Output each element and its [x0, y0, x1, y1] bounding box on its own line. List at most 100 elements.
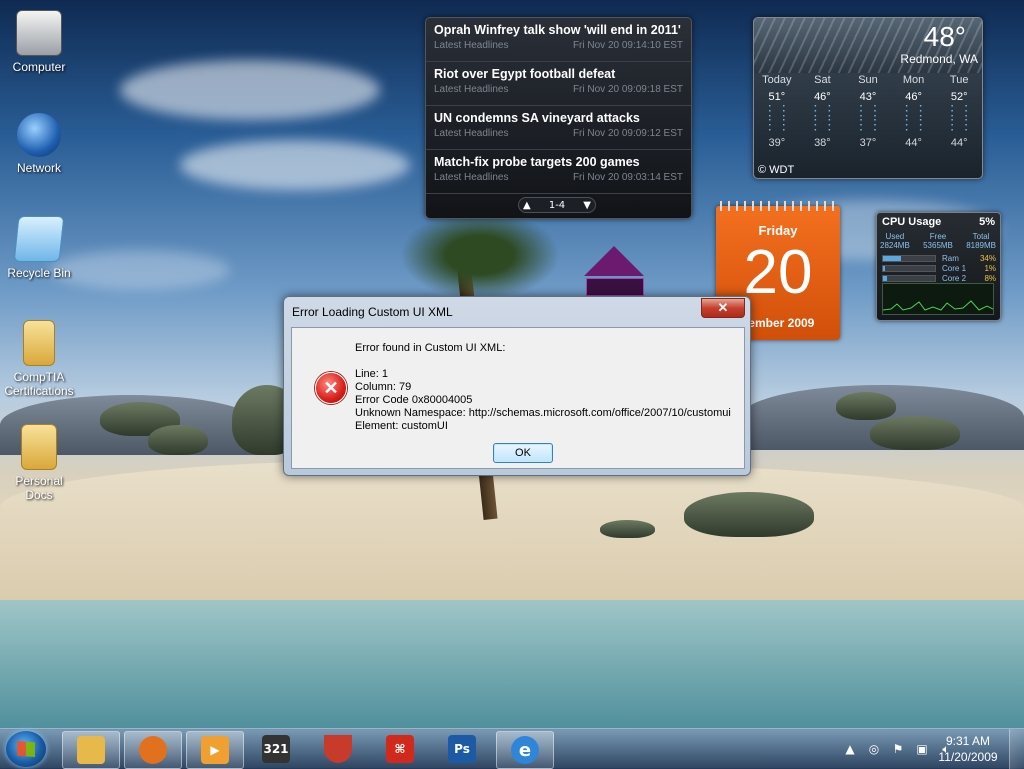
- desktop-icon-label: Network: [16, 161, 61, 175]
- news-time: Fri Nov 20 09:03:14 EST: [572, 172, 683, 183]
- meter-label: Ram: [942, 253, 959, 263]
- taskbar-button[interactable]: Ps: [434, 731, 490, 767]
- core2-meter: Core 2 8%: [882, 273, 996, 283]
- meter-value: 1%: [984, 263, 996, 273]
- desktop-icon-network[interactable]: Network: [0, 113, 78, 175]
- forecast-day-name: Sun: [858, 74, 878, 86]
- cpu-usage-gadget[interactable]: CPU Usage 5% Used 2824MB Free 5365MB Total…: [876, 212, 1001, 321]
- forecast-day: Sat 46° ⋮⋮ ⋮⋮ 38°: [800, 74, 846, 149]
- rain-icon: ⋮⋮ ⋮⋮: [899, 102, 928, 132]
- rain-icon: ⋮⋮ ⋮⋮: [808, 102, 837, 132]
- meter-label: Core 1: [942, 263, 967, 273]
- news-source: Latest Headlines: [434, 40, 509, 51]
- news-title: Match-fix probe targets 200 games: [434, 155, 640, 169]
- desktop-icon-personal-docs[interactable]: Personal Docs: [0, 424, 78, 502]
- news-time: Fri Nov 20 09:14:10 EST: [572, 40, 683, 51]
- clock-date: 11/20/2009: [938, 750, 998, 764]
- news-item[interactable]: Riot over Egypt football defeat Latest H…: [426, 62, 691, 106]
- core1-meter-fill: [883, 265, 885, 271]
- close-button[interactable]: ✕: [701, 298, 745, 318]
- next-arrow-icon[interactable]: ▼: [583, 200, 591, 211]
- core2-meter-fill: [883, 275, 888, 281]
- news-source: Latest Headlines: [434, 84, 509, 95]
- news-item[interactable]: Oprah Winfrey talk show 'will end in 201…: [426, 18, 691, 62]
- ok-button[interactable]: OK: [493, 443, 553, 463]
- news-item[interactable]: UN condemns SA vineyard attacks Latest H…: [426, 106, 691, 150]
- forecast-day-name: Sat: [814, 74, 831, 86]
- cpu-history-graph: [882, 283, 994, 315]
- action-center-flag-icon[interactable]: ⚑: [890, 741, 906, 757]
- meter-value: 8%: [984, 273, 996, 283]
- forecast-low: 44°: [950, 137, 968, 149]
- message-line: Line: 1: [355, 368, 389, 380]
- taskbar-button[interactable]: [62, 731, 120, 769]
- cpu-usage-title: CPU Usage: [882, 216, 942, 228]
- taskbar-button[interactable]: ▶: [186, 731, 244, 769]
- message-line: Element: customUI: [355, 420, 448, 432]
- eject-arrow-icon: [584, 246, 644, 276]
- message-line: Error Code 0x80004005: [355, 394, 473, 406]
- eject-arrow-base: [586, 278, 644, 296]
- weather-credit: © WDT: [758, 164, 795, 176]
- memory-total-value: 8189MB: [966, 241, 996, 250]
- desktop-icon-comptia-certifications[interactable]: CompTIA Certifications: [0, 320, 78, 398]
- forecast-day-name: Tue: [949, 74, 969, 86]
- desktop-icon-label: Recycle Bin: [7, 266, 71, 280]
- drink-icon: [324, 735, 352, 763]
- core1-meter: Core 1 1%: [882, 263, 996, 273]
- weather-gadget[interactable]: 48° Redmond, WA Today 51° ⋮⋮ ⋮⋮ 39° Sat 4…: [753, 17, 983, 179]
- taskbar: ▶ 321 ⌘ Ps e ▲ ◎ ⚑ ▣ 🔈︎ 9:31 AM 11/20/20…: [0, 728, 1024, 769]
- error-dialog: Error Loading Custom UI XML ✕ ✕ Error fo…: [283, 296, 751, 476]
- weather-location: Redmond, WA: [900, 52, 978, 66]
- taskbar-button[interactable]: [310, 731, 366, 767]
- rain-icon: ⋮⋮ ⋮⋮: [853, 102, 882, 132]
- start-button[interactable]: [6, 731, 46, 767]
- ram-meter: Ram 34%: [882, 253, 996, 263]
- folder-icon: [21, 424, 57, 470]
- taskbar-button[interactable]: [124, 731, 182, 769]
- news-source: Latest Headlines: [434, 128, 509, 139]
- network-icon: [17, 113, 61, 157]
- message-line: Unknown Namespace: http://schemas.micros…: [355, 407, 731, 419]
- forecast-day-name: Today: [762, 74, 792, 86]
- news-time: Fri Nov 20 09:09:18 EST: [572, 84, 683, 95]
- media-player-classic-icon: 321: [262, 735, 290, 763]
- message-line: Error found in Custom UI XML:: [355, 342, 506, 354]
- app-tray-icon[interactable]: ◎: [866, 741, 882, 757]
- news-title: Riot over Egypt football defeat: [434, 67, 616, 81]
- previous-arrow-icon[interactable]: ▲: [523, 200, 531, 211]
- recycle-bin-icon: [13, 216, 65, 262]
- desktop-icon-computer[interactable]: Computer: [0, 10, 78, 74]
- message-line: Column: 79: [355, 381, 412, 393]
- firefox-icon: [139, 736, 167, 764]
- desktop-icon-label: Computer: [12, 60, 66, 74]
- message-line: [355, 355, 731, 368]
- meter-value: 34%: [979, 253, 996, 263]
- news-item[interactable]: Match-fix probe targets 200 games Latest…: [426, 150, 691, 194]
- forecast-low: 39°: [768, 137, 786, 149]
- desktop-icon-label: CompTIA Certifications: [4, 370, 74, 398]
- network-status-icon[interactable]: ▣: [914, 741, 930, 757]
- news-source: Latest Headlines: [434, 172, 509, 183]
- taskbar-button[interactable]: e: [496, 731, 554, 769]
- taskbar-button[interactable]: ⌘: [372, 731, 428, 767]
- desktop-icon-label: Personal Docs: [15, 474, 63, 502]
- internet-explorer-icon: e: [511, 736, 539, 764]
- show-hidden-icons-icon[interactable]: ▲: [842, 741, 858, 757]
- calendar-day-name: Friday: [758, 223, 798, 238]
- show-desktop-button[interactable]: [1009, 729, 1024, 769]
- desktop-icon-recycle-bin[interactable]: Recycle Bin: [0, 216, 78, 280]
- forecast-low: 38°: [814, 137, 831, 149]
- acrobat-reader-icon: ⌘: [386, 735, 414, 763]
- system-clock[interactable]: 9:31 AM 11/20/2009: [938, 733, 998, 765]
- rain-icon: ⋮⋮ ⋮⋮: [762, 102, 791, 132]
- taskbar-button[interactable]: 321: [248, 731, 304, 767]
- memory-free-value: 5365MB: [923, 241, 953, 250]
- news-title: UN condemns SA vineyard attacks: [434, 111, 640, 125]
- dialog-title: Error Loading Custom UI XML: [292, 305, 453, 319]
- news-time: Fri Nov 20 09:09:12 EST: [572, 128, 683, 139]
- news-title: Oprah Winfrey talk show 'will end in 201…: [434, 23, 681, 37]
- memory-used-label: Used: [885, 232, 905, 241]
- memory-free-label: Free: [929, 232, 947, 241]
- ram-meter-fill: [883, 255, 901, 261]
